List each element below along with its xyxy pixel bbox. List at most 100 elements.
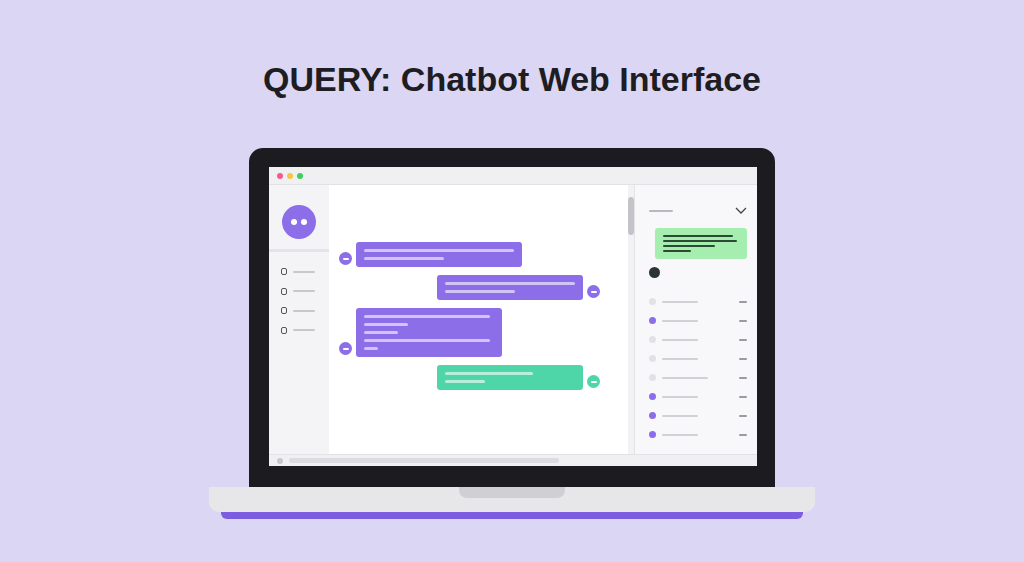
laptop-base: [209, 487, 815, 512]
message-bubble: [437, 275, 583, 300]
card-line: [663, 235, 733, 237]
base-accent: [221, 512, 803, 519]
panel-row[interactable]: [649, 406, 747, 425]
user-icon: [587, 375, 600, 388]
card-line: [663, 245, 715, 247]
horizontal-scrollbar[interactable]: [289, 458, 559, 463]
page: QUERY: Chatbot Web Interface: [0, 0, 1024, 562]
row-dot: [649, 336, 656, 343]
message-row: [437, 275, 600, 300]
row-value: [739, 301, 747, 303]
row-label: [662, 396, 698, 398]
message-row: [339, 308, 600, 357]
row-dot: [649, 393, 656, 400]
title-bar: [269, 167, 757, 185]
message-line: [364, 323, 408, 326]
row-label: [662, 377, 708, 379]
chat-icon: [281, 307, 287, 314]
message-row: [339, 242, 600, 267]
message-line: [364, 257, 444, 260]
message-bubble: [356, 308, 502, 357]
sidebar-divider: [269, 249, 329, 252]
row-label: [662, 339, 698, 341]
sidebar-item[interactable]: [269, 282, 329, 302]
status-icon: [649, 267, 660, 278]
sidebar-item-label: [293, 271, 315, 273]
row-dot: [649, 431, 656, 438]
panel-row[interactable]: [649, 368, 747, 387]
panel-row[interactable]: [649, 387, 747, 406]
window-control[interactable]: [287, 173, 293, 179]
card-line: [663, 240, 737, 242]
message-row: [437, 365, 600, 390]
panel-row[interactable]: [649, 330, 747, 349]
panel-heading: [649, 210, 673, 212]
user-icon: [587, 285, 600, 298]
bot-icon: [339, 252, 352, 265]
panel-row[interactable]: [649, 292, 747, 311]
row-value: [739, 320, 747, 322]
chat-scrollbar[interactable]: [628, 185, 634, 454]
row-label: [662, 358, 698, 360]
message-line: [445, 380, 485, 383]
message-line: [364, 347, 378, 350]
status-dot: [277, 458, 283, 464]
laptop-lid: [249, 148, 775, 487]
row-dot: [649, 374, 656, 381]
scroll-thumb[interactable]: [628, 197, 634, 235]
message-line: [445, 282, 575, 285]
sidebar-item-label: [293, 329, 315, 331]
sidebar-item[interactable]: [269, 321, 329, 341]
row-dot: [649, 355, 656, 362]
bot-avatar-icon: [282, 205, 316, 239]
window-control[interactable]: [277, 173, 283, 179]
row-value: [739, 415, 747, 417]
sidebar-item-label: [293, 310, 315, 312]
row-value: [739, 434, 747, 436]
message-line: [364, 249, 514, 252]
message-line: [364, 331, 398, 334]
panel-header: [649, 207, 747, 215]
sidebar: [269, 185, 329, 454]
chat-icon: [281, 327, 287, 334]
window-control[interactable]: [297, 173, 303, 179]
chat-icon: [281, 288, 287, 295]
message-line: [445, 290, 515, 293]
status-bar: [269, 454, 757, 466]
app-body: [269, 185, 757, 454]
chevron-down-icon[interactable]: [735, 207, 747, 215]
panel-row[interactable]: [649, 425, 747, 444]
row-dot: [649, 412, 656, 419]
sidebar-item[interactable]: [269, 301, 329, 321]
row-value: [739, 339, 747, 341]
message-line: [364, 339, 490, 342]
message-list: [329, 185, 628, 454]
row-value: [739, 377, 747, 379]
details-panel: [635, 185, 757, 454]
sidebar-item[interactable]: [269, 262, 329, 282]
message-bubble: [356, 242, 522, 267]
message-bubble: [437, 365, 583, 390]
laptop: [209, 148, 815, 519]
chat-area: [329, 185, 635, 454]
message-line: [364, 315, 490, 318]
chat-icon: [281, 268, 287, 275]
page-title: QUERY: Chatbot Web Interface: [263, 58, 761, 100]
bot-icon: [339, 342, 352, 355]
browser-window: [269, 167, 757, 466]
row-value: [739, 358, 747, 360]
row-label: [662, 301, 698, 303]
row-dot: [649, 298, 656, 305]
laptop-notch: [459, 487, 565, 498]
panel-row[interactable]: [649, 311, 747, 330]
panel-row[interactable]: [649, 349, 747, 368]
card-line: [663, 250, 691, 252]
message-line: [445, 372, 533, 375]
row-value: [739, 396, 747, 398]
row-label: [662, 415, 698, 417]
row-label: [662, 434, 698, 436]
summary-card: [655, 228, 747, 259]
row-dot: [649, 317, 656, 324]
row-label: [662, 320, 698, 322]
sidebar-item-label: [293, 290, 315, 292]
